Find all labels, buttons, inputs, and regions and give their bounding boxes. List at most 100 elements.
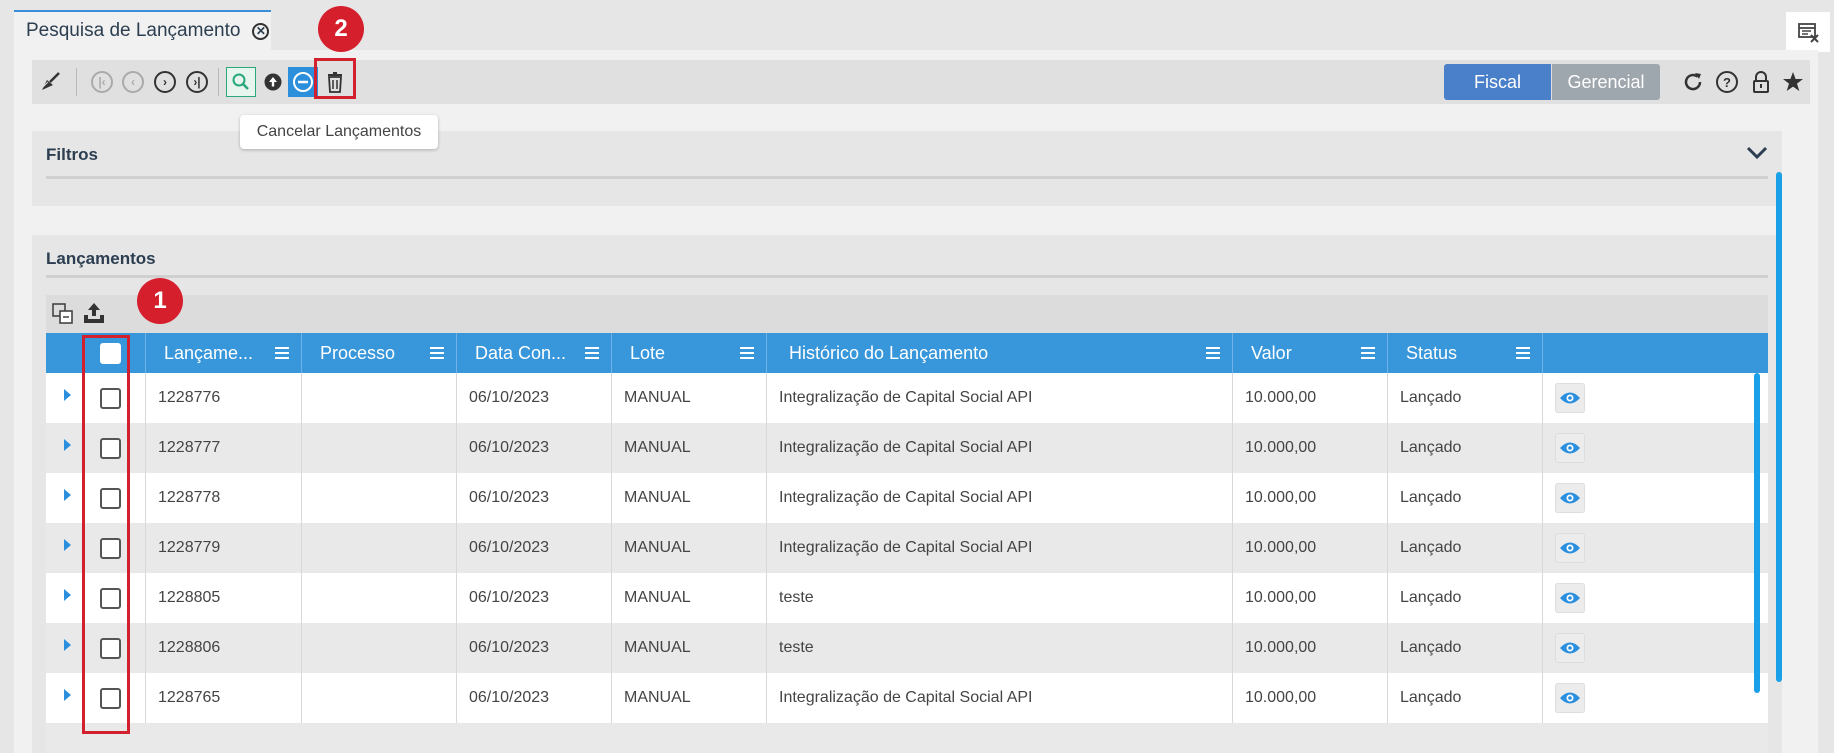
cell-lote: MANUAL [612,673,767,723]
column-valor[interactable]: Valor [1233,333,1388,373]
view-eye-icon[interactable] [1555,533,1585,563]
copy-columns-icon[interactable] [52,303,74,330]
cell-status: Lançado [1388,673,1543,723]
column-data-contabil[interactable]: Data Con... [457,333,612,373]
upload-arrow-icon[interactable] [258,67,288,97]
chevron-down-icon[interactable] [1746,145,1768,166]
view-eye-icon[interactable] [1555,683,1585,713]
cell-processo [302,623,457,673]
tab-pesquisa-lancamento[interactable]: Pesquisa de Lançamento ✕ [14,10,271,50]
cell-data: 06/10/2023 [457,573,612,623]
cell-lancamento: 1228776 [146,373,302,423]
expand-row-icon[interactable] [64,539,71,551]
cell-valor: 10.000,00 [1233,673,1388,723]
cell-lote: MANUAL [612,573,767,623]
toolbar-separator [76,68,77,96]
cell-historico: Integralização de Capital Social API [767,473,1233,523]
page-scrollbar[interactable] [1776,172,1782,682]
next-record-icon[interactable]: › [150,67,180,97]
gerencial-toggle[interactable]: Gerencial [1552,64,1660,100]
window-close-icon[interactable] [1786,12,1830,52]
cell-historico: Integralização de Capital Social API [767,673,1233,723]
column-lancamento[interactable]: Lançame... [146,333,302,373]
first-record-icon[interactable]: |‹ [87,67,117,97]
broom-icon[interactable] [36,67,66,97]
expand-row-icon[interactable] [64,689,71,701]
cell-lote: MANUAL [612,373,767,423]
close-icon[interactable]: ✕ [252,22,270,40]
fiscal-toggle[interactable]: Fiscal [1444,64,1551,100]
table-row[interactable]: 1228779 06/10/2023 MANUAL Integralização… [46,523,1768,573]
toolbar: |‹ ‹ › ›| Fiscal Gerencial ? [32,60,1810,104]
cell-status: Lançado [1388,573,1543,623]
cell-data: 06/10/2023 [457,523,612,573]
cell-historico: Integralização de Capital Social API [767,373,1233,423]
cell-status: Lançado [1388,423,1543,473]
cell-lote: MANUAL [612,623,767,673]
column-menu-icon[interactable] [430,347,444,359]
main-content: |‹ ‹ › ›| Fiscal Gerencial ? Cancelar La… [14,50,1818,753]
cell-processo [302,373,457,423]
column-menu-icon[interactable] [1206,347,1220,359]
column-lote[interactable]: Lote [612,333,767,373]
lock-icon[interactable] [1746,67,1776,97]
expand-row-icon[interactable] [64,639,71,651]
cell-lancamento: 1228779 [146,523,302,573]
view-eye-icon[interactable] [1555,383,1585,413]
cell-lote: MANUAL [612,423,767,473]
help-icon[interactable]: ? [1712,67,1742,97]
expand-row-icon[interactable] [64,489,71,501]
search-icon[interactable] [226,67,256,97]
column-menu-icon[interactable] [585,347,599,359]
cell-data: 06/10/2023 [457,673,612,723]
column-menu-icon[interactable] [275,347,289,359]
cell-historico: Integralização de Capital Social API [767,423,1233,473]
view-eye-icon[interactable] [1555,433,1585,463]
column-status[interactable]: Status [1388,333,1543,373]
expand-row-icon[interactable] [64,439,71,451]
column-processo[interactable]: Processo [302,333,457,373]
cell-lancamento: 1228777 [146,423,302,473]
filtros-title: Filtros [46,145,98,164]
table-row[interactable]: 1228806 06/10/2023 MANUAL teste 10.000,0… [46,623,1768,673]
cell-status: Lançado [1388,473,1543,523]
cell-lancamento: 1228806 [146,623,302,673]
column-menu-icon[interactable] [1516,347,1530,359]
table-row[interactable]: 1228765 06/10/2023 MANUAL Integralização… [46,673,1768,723]
star-icon[interactable] [1778,67,1808,97]
cell-data: 06/10/2023 [457,473,612,523]
export-icon[interactable] [82,301,106,330]
header-expand-col [46,333,76,373]
grid-header: Lançame... Processo Data Con... Lote His… [46,333,1768,373]
expand-row-icon[interactable] [64,389,71,401]
cell-valor: 10.000,00 [1233,373,1388,423]
column-historico[interactable]: Histórico do Lançamento [767,333,1233,373]
view-eye-icon[interactable] [1555,483,1585,513]
divider [46,275,1768,278]
cell-historico: teste [767,623,1233,673]
annotation-badge-2: 2 [318,6,364,52]
table-row[interactable] [46,723,1768,753]
cell-status: Lançado [1388,623,1543,673]
table-row[interactable]: 1228777 06/10/2023 MANUAL Integralização… [46,423,1768,473]
cell-processo [302,573,457,623]
column-menu-icon[interactable] [1361,347,1375,359]
expand-row-icon[interactable] [64,589,71,601]
table-row[interactable]: 1228776 06/10/2023 MANUAL Integralização… [46,373,1768,423]
annotation-badge-1: 1 [137,278,183,324]
view-eye-icon[interactable] [1555,633,1585,663]
last-record-icon[interactable]: ›| [182,67,212,97]
cell-status: Lançado [1388,523,1543,573]
previous-record-icon[interactable]: ‹ [118,67,148,97]
refresh-icon[interactable] [1678,67,1708,97]
table-row[interactable]: 1228778 06/10/2023 MANUAL Integralização… [46,473,1768,523]
table-row[interactable]: 1228805 06/10/2023 MANUAL teste 10.000,0… [46,573,1768,623]
lancamentos-title: Lançamentos [46,249,156,268]
grid-scrollbar[interactable] [1754,373,1760,693]
column-menu-icon[interactable] [740,347,754,359]
cell-historico: teste [767,573,1233,623]
cell-status: Lançado [1388,373,1543,423]
cell-processo [302,473,457,523]
cell-valor: 10.000,00 [1233,573,1388,623]
view-eye-icon[interactable] [1555,583,1585,613]
